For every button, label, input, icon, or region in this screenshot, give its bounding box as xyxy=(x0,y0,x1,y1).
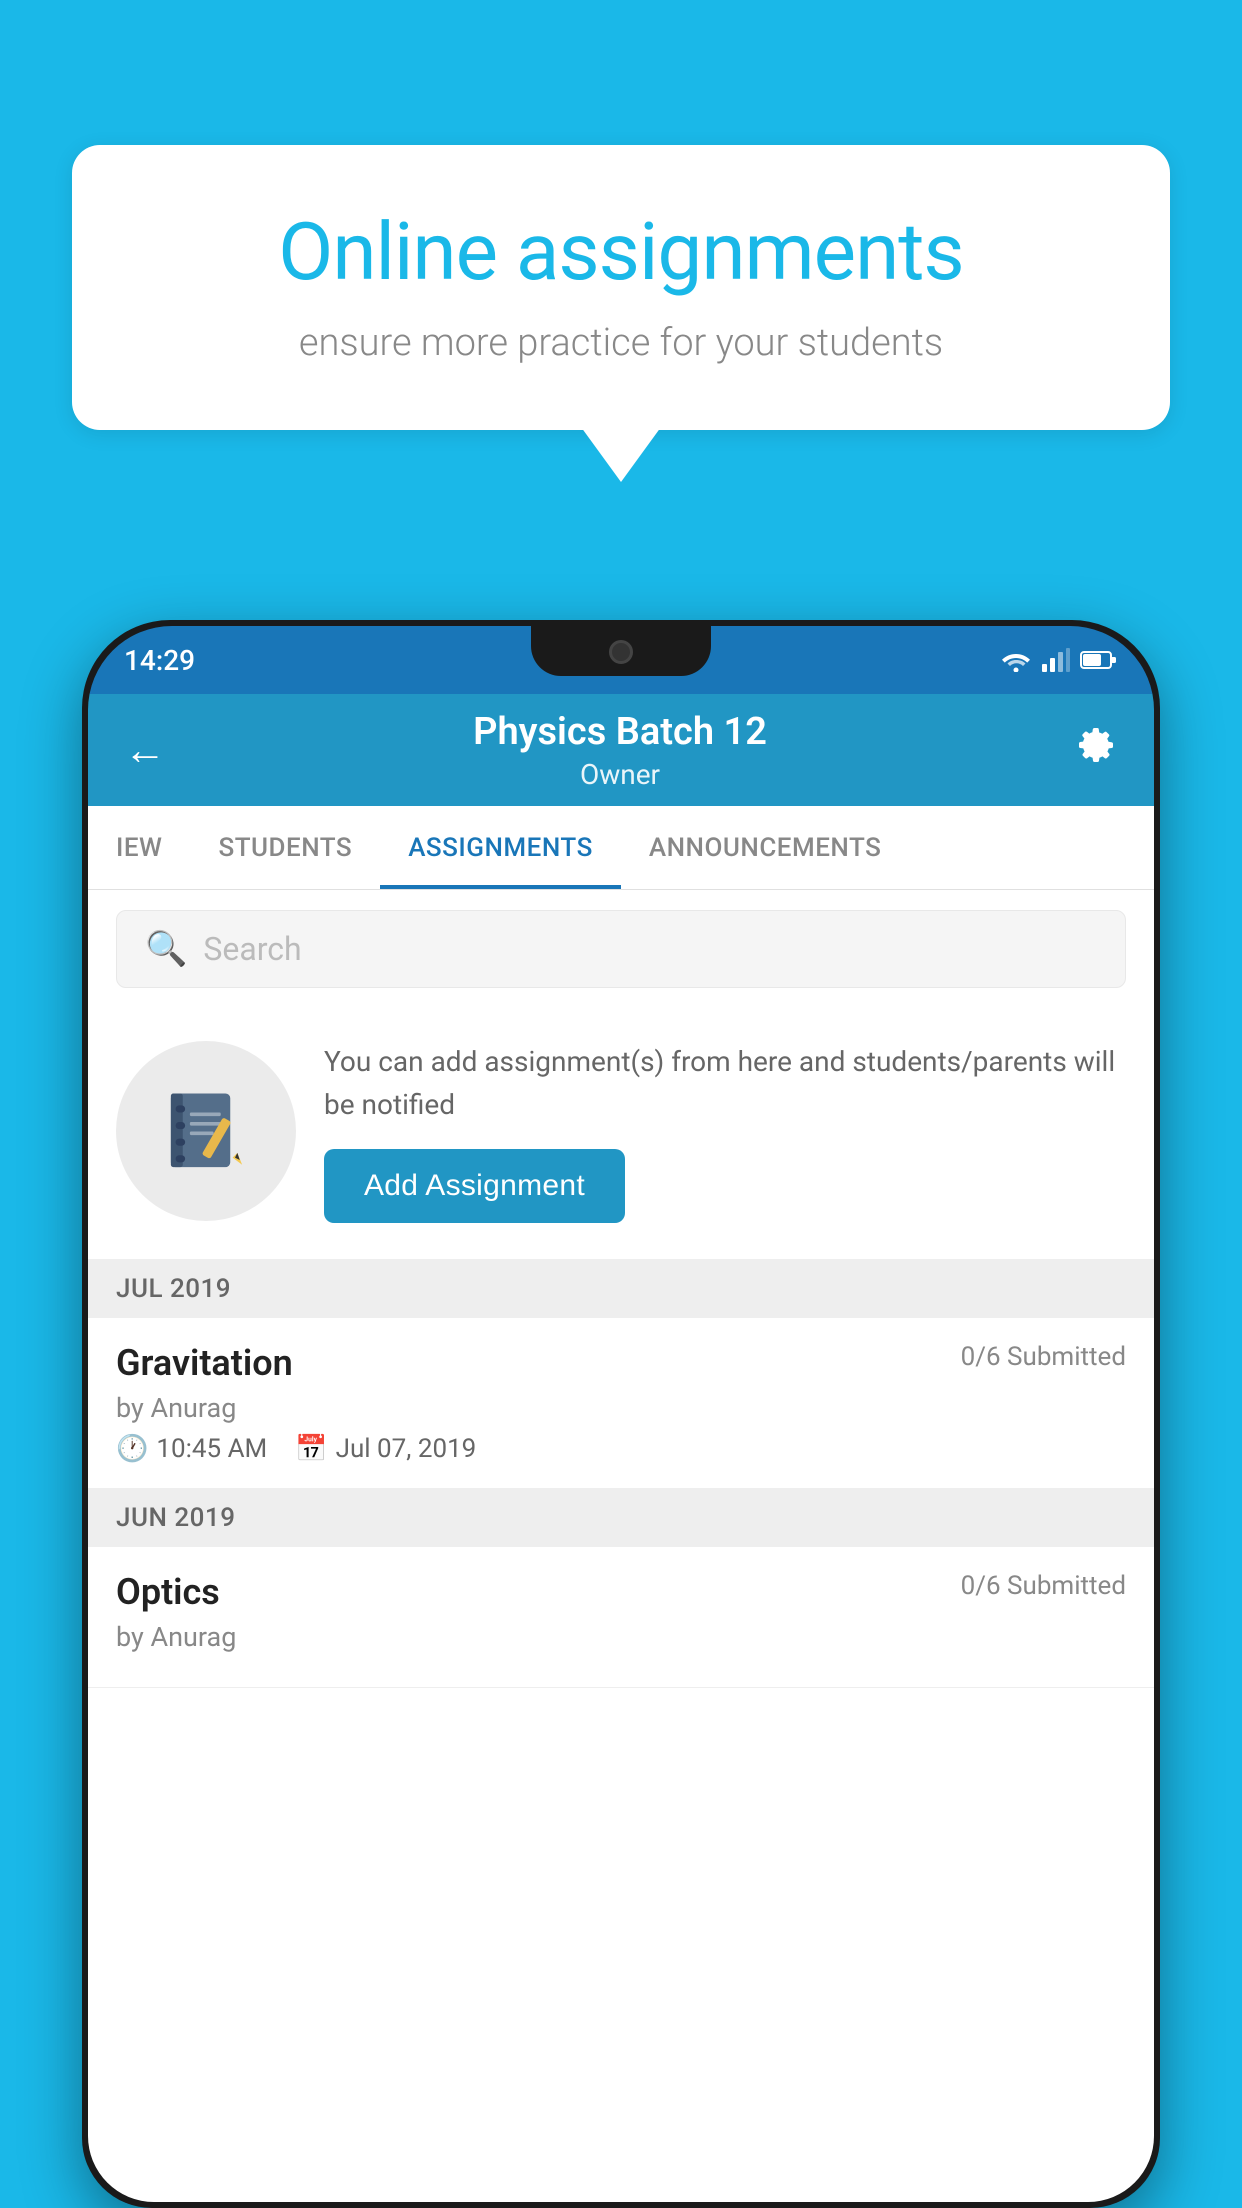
add-assignment-button[interactable]: Add Assignment xyxy=(324,1149,625,1223)
tab-bar: IEW STUDENTS ASSIGNMENTS ANNOUNCEMENTS xyxy=(88,806,1154,890)
phone-inner: 14:29 xyxy=(88,626,1154,2202)
assignment-meta-gravitation: 🕐 10:45 AM 📅 Jul 07, 2019 xyxy=(116,1434,1126,1464)
section-jul-label: JUL 2019 xyxy=(116,1274,231,1304)
notebook-icon-circle xyxy=(116,1041,296,1221)
content-area: 🔍 Search xyxy=(88,890,1154,2202)
assignment-top: Gravitation 0/6 Submitted xyxy=(116,1342,1126,1384)
assignment-by-optics: by Anurag xyxy=(116,1621,1126,1653)
clock-icon: 🕐 xyxy=(116,1434,148,1464)
speech-bubble-title: Online assignments xyxy=(142,205,1100,299)
assignment-item-gravitation[interactable]: Gravitation 0/6 Submitted by Anurag 🕐 10… xyxy=(88,1318,1154,1489)
tab-assignments-label: ASSIGNMENTS xyxy=(408,833,593,863)
search-container: 🔍 Search xyxy=(88,890,1154,1008)
header-title-group: Physics Batch 12 Owner xyxy=(166,710,1074,791)
phone-notch xyxy=(531,626,711,676)
search-icon: 🔍 xyxy=(145,929,187,969)
tab-iew[interactable]: IEW xyxy=(88,806,190,889)
assignment-top-optics: Optics 0/6 Submitted xyxy=(116,1571,1126,1613)
assignment-title-optics: Optics xyxy=(116,1571,220,1613)
search-bar[interactable]: 🔍 Search xyxy=(116,910,1126,988)
tab-students-label: STUDENTS xyxy=(218,833,352,863)
notebook-icon xyxy=(159,1084,254,1179)
background: Online assignments ensure more practice … xyxy=(0,0,1242,2208)
header-subtitle: Owner xyxy=(166,758,1074,791)
back-button[interactable]: ← xyxy=(124,726,166,775)
assignment-date-gravitation: 📅 Jul 07, 2019 xyxy=(295,1434,476,1464)
signal-icon xyxy=(1042,648,1070,672)
section-jun-2019: JUN 2019 xyxy=(88,1489,1154,1547)
app-header: ← Physics Batch 12 Owner xyxy=(88,694,1154,806)
speech-bubble-subtitle: ensure more practice for your students xyxy=(142,321,1100,365)
assignment-submitted-optics: 0/6 Submitted xyxy=(961,1571,1126,1601)
tab-announcements[interactable]: ANNOUNCEMENTS xyxy=(621,806,910,889)
assignment-item-optics[interactable]: Optics 0/6 Submitted by Anurag xyxy=(88,1547,1154,1688)
search-placeholder: Search xyxy=(203,930,301,968)
battery-icon xyxy=(1080,649,1118,671)
assignment-time-value: 10:45 AM xyxy=(156,1434,267,1464)
status-time: 14:29 xyxy=(124,644,195,677)
gear-icon xyxy=(1074,723,1118,767)
assignment-time-gravitation: 🕐 10:45 AM xyxy=(116,1434,267,1464)
tab-announcements-label: ANNOUNCEMENTS xyxy=(649,833,882,863)
assignment-date-value: Jul 07, 2019 xyxy=(336,1434,477,1464)
tab-assignments[interactable]: ASSIGNMENTS xyxy=(380,806,621,889)
speech-bubble: Online assignments ensure more practice … xyxy=(72,145,1170,430)
add-assignment-promo: You can add assignment(s) from here and … xyxy=(88,1008,1154,1260)
assignment-title-gravitation: Gravitation xyxy=(116,1342,293,1384)
settings-button[interactable] xyxy=(1074,723,1118,777)
assignment-by-gravitation: by Anurag xyxy=(116,1392,1126,1424)
header-title: Physics Batch 12 xyxy=(166,710,1074,754)
calendar-icon: 📅 xyxy=(295,1434,327,1464)
front-camera xyxy=(609,640,633,664)
assignment-submitted-gravitation: 0/6 Submitted xyxy=(961,1342,1126,1372)
section-jul-2019: JUL 2019 xyxy=(88,1260,1154,1318)
tab-students[interactable]: STUDENTS xyxy=(190,806,380,889)
promo-description: You can add assignment(s) from here and … xyxy=(324,1040,1126,1127)
section-jun-label: JUN 2019 xyxy=(116,1503,235,1533)
promo-right: You can add assignment(s) from here and … xyxy=(324,1040,1126,1223)
speech-bubble-container: Online assignments ensure more practice … xyxy=(72,145,1170,430)
wifi-icon xyxy=(1000,648,1032,672)
phone-frame: 14:29 xyxy=(82,620,1160,2208)
status-icons xyxy=(1000,648,1118,672)
tab-iew-label: IEW xyxy=(116,833,162,863)
